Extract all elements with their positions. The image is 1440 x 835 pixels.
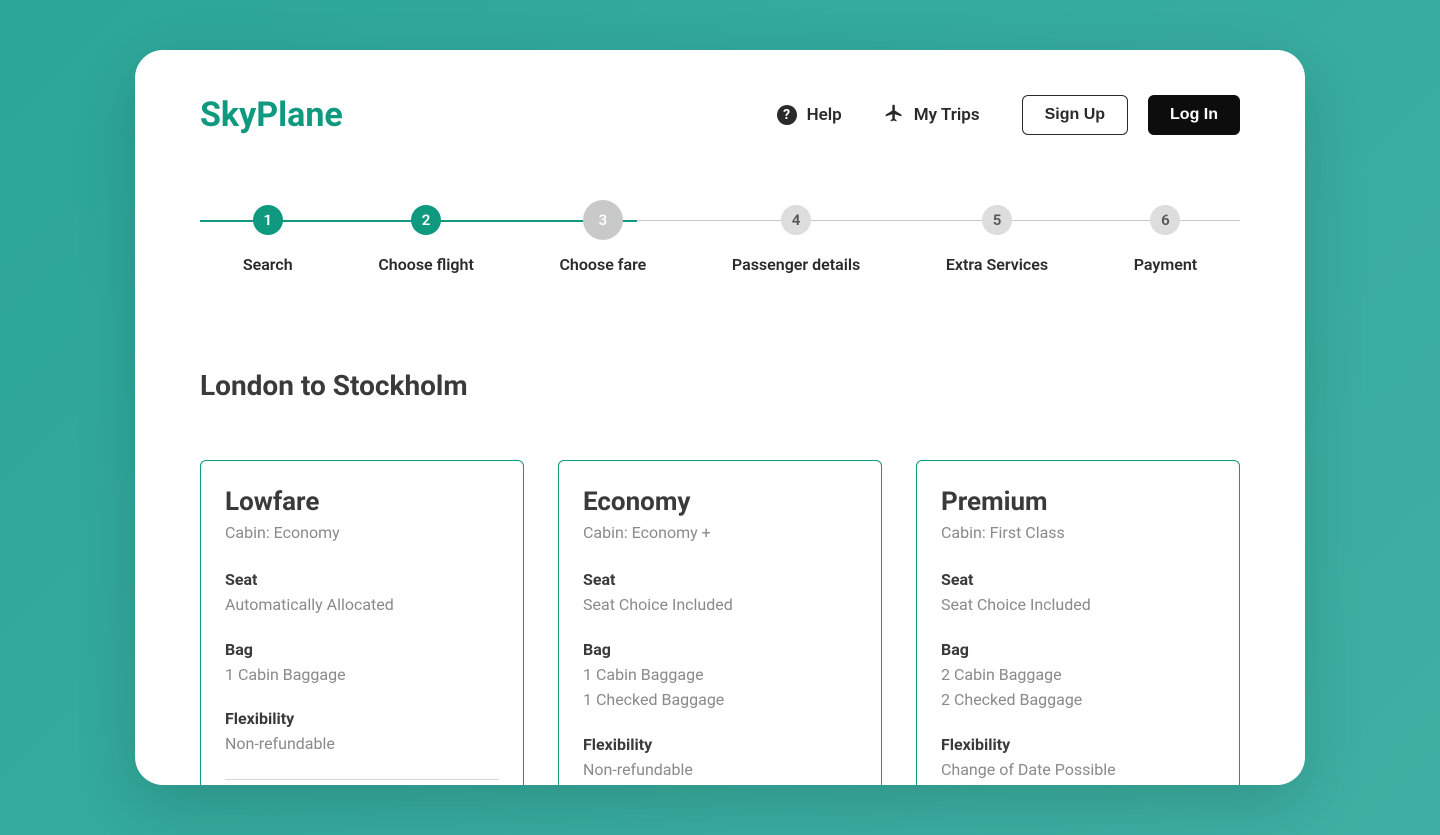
step-circle: 3 xyxy=(588,205,618,235)
fare-bag-value: 1 Checked Baggage xyxy=(583,687,857,713)
fare-seat-value: Automatically Allocated xyxy=(225,592,499,618)
fare-seat-title: Seat xyxy=(225,570,499,589)
fare-bag-title: Bag xyxy=(941,640,1215,659)
step-circle: 6 xyxy=(1150,205,1180,235)
brand-logo[interactable]: SkyPlane xyxy=(200,95,343,135)
route-title: London to Stockholm xyxy=(200,369,1240,402)
fare-cabin: Cabin: First Class xyxy=(941,523,1215,542)
step-circle: 2 xyxy=(411,205,441,235)
fare-card-lowfare[interactable]: Lowfare Cabin: Economy Seat Automatically A… xyxy=(200,460,524,785)
booking-card: SkyPlane ? Help My Trips Sign Up Log In … xyxy=(135,50,1305,785)
step-circle: 4 xyxy=(781,205,811,235)
my-trips-label: My Trips xyxy=(914,105,980,125)
fare-flex-value: Change of Date Possible xyxy=(941,757,1215,783)
fare-seat-title: Seat xyxy=(583,570,857,589)
fare-cabin: Cabin: Economy + xyxy=(583,523,857,542)
help-icon: ? xyxy=(777,105,797,125)
fare-bag-section: Bag 1 Cabin Baggage1 Checked Baggage xyxy=(583,640,857,713)
step-label: Payment xyxy=(1134,255,1197,274)
fare-title: Premium xyxy=(941,487,1215,517)
step-label: Passenger details xyxy=(732,255,860,274)
plane-icon xyxy=(884,103,904,128)
help-label: Help xyxy=(807,105,842,125)
header-right: ? Help My Trips Sign Up Log In xyxy=(777,95,1240,135)
step-circle: 1 xyxy=(253,205,283,235)
fare-bag-title: Bag xyxy=(583,640,857,659)
fare-card-premium[interactable]: Premium Cabin: First Class Seat Seat Choice… xyxy=(916,460,1240,785)
fare-flex-value: Non-refundable xyxy=(225,731,499,757)
fare-divider xyxy=(225,779,499,780)
step-label: Choose flight xyxy=(378,255,474,274)
fare-bag-value: 1 Cabin Baggage xyxy=(583,662,857,688)
step-label: Extra Services xyxy=(946,255,1048,274)
fare-cabin: Cabin: Economy xyxy=(225,523,499,542)
step-1[interactable]: 1 Search xyxy=(243,205,293,274)
fare-seat-title: Seat xyxy=(941,570,1215,589)
header-auth-buttons: Sign Up Log In xyxy=(1022,95,1240,135)
fare-cards: Lowfare Cabin: Economy Seat Automatically A… xyxy=(200,460,1240,785)
fare-bag-section: Bag 1 Cabin Baggage xyxy=(225,640,499,688)
steps-container: 1 Search 2 Choose flight 3 Choose fare 4 Passen… xyxy=(200,205,1240,274)
step-5[interactable]: 5 Extra Services xyxy=(946,205,1048,274)
signup-button[interactable]: Sign Up xyxy=(1022,95,1128,135)
fare-bag-value: 2 Cabin Baggage xyxy=(941,662,1215,688)
step-6[interactable]: 6 Payment xyxy=(1134,205,1197,274)
help-link[interactable]: ? Help xyxy=(777,105,842,125)
fare-seat-value: Seat Choice Included xyxy=(583,592,857,618)
fare-bag-value: 1 Cabin Baggage xyxy=(225,662,499,688)
step-4[interactable]: 4 Passenger details xyxy=(732,205,860,274)
progress-stepper: 1 Search 2 Choose flight 3 Choose fare 4 Passen… xyxy=(200,205,1240,274)
fare-title: Economy xyxy=(583,487,857,517)
step-label: Search xyxy=(243,255,293,274)
header: SkyPlane ? Help My Trips Sign Up Log In xyxy=(200,95,1240,135)
step-3[interactable]: 3 Choose fare xyxy=(559,205,646,274)
fare-seat-section: Seat Seat Choice Included xyxy=(941,570,1215,618)
login-button[interactable]: Log In xyxy=(1148,95,1240,135)
fare-bag-value: 2 Checked Baggage xyxy=(941,687,1215,713)
fare-flex-title: Flexibility xyxy=(583,735,857,754)
step-2[interactable]: 2 Choose flight xyxy=(378,205,474,274)
fare-flex-section: Flexibility Change of Date Possible xyxy=(941,735,1215,783)
step-circle: 5 xyxy=(982,205,1012,235)
fare-flex-section: Flexibility Non-refundable xyxy=(583,735,857,783)
fare-seat-section: Seat Automatically Allocated xyxy=(225,570,499,618)
fare-flex-value: Non-refundable xyxy=(583,757,857,783)
fare-card-economy[interactable]: Economy Cabin: Economy + Seat Seat Choice I… xyxy=(558,460,882,785)
fare-flex-title: Flexibility xyxy=(941,735,1215,754)
fare-bag-title: Bag xyxy=(225,640,499,659)
step-label: Choose fare xyxy=(559,255,646,274)
fare-seat-value: Seat Choice Included xyxy=(941,592,1215,618)
my-trips-link[interactable]: My Trips xyxy=(884,103,980,128)
fare-flex-title: Flexibility xyxy=(225,709,499,728)
fare-bag-section: Bag 2 Cabin Baggage2 Checked Baggage xyxy=(941,640,1215,713)
fare-seat-section: Seat Seat Choice Included xyxy=(583,570,857,618)
fare-flex-section: Flexibility Non-refundable xyxy=(225,709,499,757)
fare-title: Lowfare xyxy=(225,487,499,517)
